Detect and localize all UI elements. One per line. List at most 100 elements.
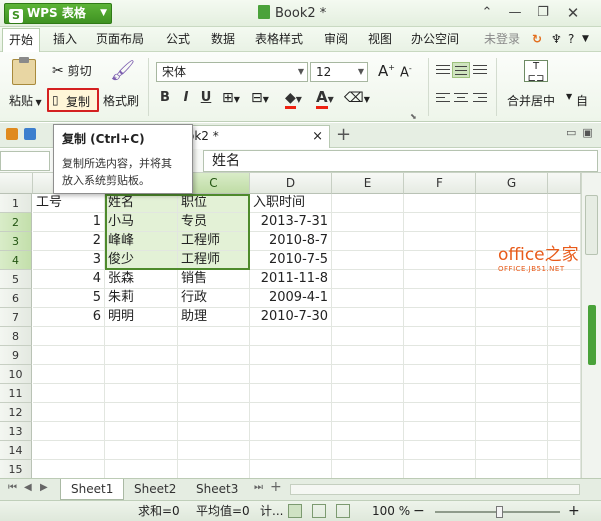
cell[interactable]: 2010-7-30 bbox=[250, 308, 332, 327]
cell[interactable] bbox=[548, 289, 581, 308]
page-layout-view-icon[interactable] bbox=[312, 504, 326, 518]
cell[interactable] bbox=[548, 403, 581, 422]
cell[interactable]: 2010-7-5 bbox=[250, 251, 332, 270]
cell[interactable] bbox=[105, 460, 178, 478]
cell[interactable] bbox=[33, 403, 105, 422]
row-header-1[interactable]: 1 bbox=[0, 194, 32, 213]
cell[interactable] bbox=[250, 327, 332, 346]
cell[interactable] bbox=[332, 441, 404, 460]
cell[interactable]: 朱莉 bbox=[105, 289, 178, 308]
cell[interactable] bbox=[332, 232, 404, 251]
cell[interactable] bbox=[332, 384, 404, 403]
cell[interactable]: 行政 bbox=[178, 289, 250, 308]
paste-icon[interactable] bbox=[12, 57, 36, 85]
font-shrink-button[interactable]: A- bbox=[400, 64, 412, 80]
cell[interactable] bbox=[404, 346, 476, 365]
cell[interactable] bbox=[332, 346, 404, 365]
cell[interactable] bbox=[476, 460, 548, 478]
cell[interactable] bbox=[332, 422, 404, 441]
ribbon-collapse-button[interactable]: ⌃ bbox=[476, 3, 498, 23]
cell[interactable] bbox=[178, 441, 250, 460]
cell[interactable] bbox=[404, 384, 476, 403]
cell[interactable] bbox=[250, 384, 332, 403]
cell[interactable] bbox=[548, 384, 581, 403]
cell[interactable] bbox=[332, 251, 404, 270]
border-button[interactable]: ⊞▼ bbox=[222, 90, 240, 106]
column-header-g[interactable]: G bbox=[476, 173, 548, 194]
cell[interactable]: 入职时间 bbox=[250, 194, 332, 213]
cell[interactable] bbox=[404, 213, 476, 232]
row-header-13[interactable]: 13 bbox=[0, 422, 32, 441]
row-header-15[interactable]: 15 bbox=[0, 460, 32, 478]
row-header-8[interactable]: 8 bbox=[0, 327, 32, 346]
cell[interactable] bbox=[250, 460, 332, 478]
fill-color-button[interactable]: ◆▼ bbox=[285, 90, 302, 109]
cell[interactable] bbox=[476, 327, 548, 346]
cell[interactable] bbox=[476, 365, 548, 384]
align-center-icon[interactable] bbox=[452, 90, 470, 106]
cell[interactable]: 助理 bbox=[178, 308, 250, 327]
tab-menu-icon[interactable]: ▭▣ bbox=[566, 126, 599, 139]
cell[interactable]: 工程师 bbox=[178, 232, 250, 251]
cell[interactable]: 张森 bbox=[105, 270, 178, 289]
cell[interactable]: 销售 bbox=[178, 270, 250, 289]
sheet-tab-1[interactable]: Sheet1 bbox=[60, 479, 125, 500]
cell[interactable] bbox=[548, 213, 581, 232]
cell[interactable] bbox=[404, 232, 476, 251]
close-tab-icon[interactable]: × bbox=[312, 126, 323, 147]
cell[interactable] bbox=[178, 346, 250, 365]
tab-formulas[interactable]: 公式 bbox=[166, 27, 190, 51]
cell[interactable] bbox=[476, 441, 548, 460]
align-right-icon[interactable] bbox=[471, 90, 489, 106]
folder-icon[interactable] bbox=[6, 128, 18, 140]
cell[interactable] bbox=[332, 403, 404, 422]
row-header-14[interactable]: 14 bbox=[0, 441, 32, 460]
cell[interactable] bbox=[250, 422, 332, 441]
row-header-3[interactable]: 3 bbox=[0, 232, 32, 251]
cell[interactable]: 俊少 bbox=[105, 251, 178, 270]
merge-center-icon[interactable]: T ⊏⊐ bbox=[524, 60, 548, 84]
chevron-down-icon[interactable]: ▼ bbox=[582, 27, 589, 51]
cell[interactable] bbox=[476, 213, 548, 232]
column-header-d[interactable]: D bbox=[250, 173, 332, 194]
cell[interactable] bbox=[250, 346, 332, 365]
cell[interactable] bbox=[250, 441, 332, 460]
cell[interactable] bbox=[178, 460, 250, 478]
tab-office-space[interactable]: 办公空间 bbox=[411, 27, 459, 51]
tab-insert[interactable]: 插入 bbox=[53, 27, 77, 51]
cell[interactable] bbox=[476, 194, 548, 213]
row-header-7[interactable]: 7 bbox=[0, 308, 32, 327]
select-all-corner[interactable] bbox=[0, 173, 33, 194]
font-grow-button[interactable]: A+ bbox=[378, 62, 395, 80]
cell[interactable] bbox=[476, 308, 548, 327]
sheet-tab-3[interactable]: Sheet3 bbox=[186, 479, 248, 500]
cell[interactable] bbox=[332, 460, 404, 478]
cell[interactable] bbox=[404, 308, 476, 327]
cell[interactable] bbox=[33, 365, 105, 384]
auto-wrap-button[interactable]: 自 bbox=[576, 92, 588, 109]
cell[interactable] bbox=[548, 346, 581, 365]
row-header-11[interactable]: 11 bbox=[0, 384, 32, 403]
formula-input[interactable]: 姓名 bbox=[203, 150, 598, 172]
sheet-tab-2[interactable]: Sheet2 bbox=[124, 479, 186, 500]
add-sheet-button[interactable]: + bbox=[270, 479, 282, 495]
cell[interactable] bbox=[404, 441, 476, 460]
cell[interactable]: 5 bbox=[33, 289, 105, 308]
close-button[interactable]: ✕ bbox=[562, 3, 584, 23]
cell[interactable] bbox=[404, 194, 476, 213]
cell[interactable]: 姓名 bbox=[105, 194, 178, 213]
row-header-2[interactable]: 2 bbox=[0, 213, 32, 232]
merge-center-button[interactable]: 合并居中 bbox=[507, 92, 555, 109]
cell[interactable] bbox=[178, 327, 250, 346]
new-tab-button[interactable]: + bbox=[336, 124, 351, 145]
cell[interactable]: 2010-8-7 bbox=[250, 232, 332, 251]
name-box[interactable] bbox=[0, 151, 50, 171]
cell[interactable]: 2009-4-1 bbox=[250, 289, 332, 308]
cell[interactable] bbox=[332, 365, 404, 384]
cell[interactable] bbox=[105, 384, 178, 403]
cell[interactable] bbox=[548, 441, 581, 460]
cell[interactable] bbox=[548, 308, 581, 327]
cell[interactable]: 专员 bbox=[178, 213, 250, 232]
paste-button[interactable]: 粘贴 ▼ bbox=[9, 92, 42, 109]
cell[interactable]: 职位 bbox=[178, 194, 250, 213]
